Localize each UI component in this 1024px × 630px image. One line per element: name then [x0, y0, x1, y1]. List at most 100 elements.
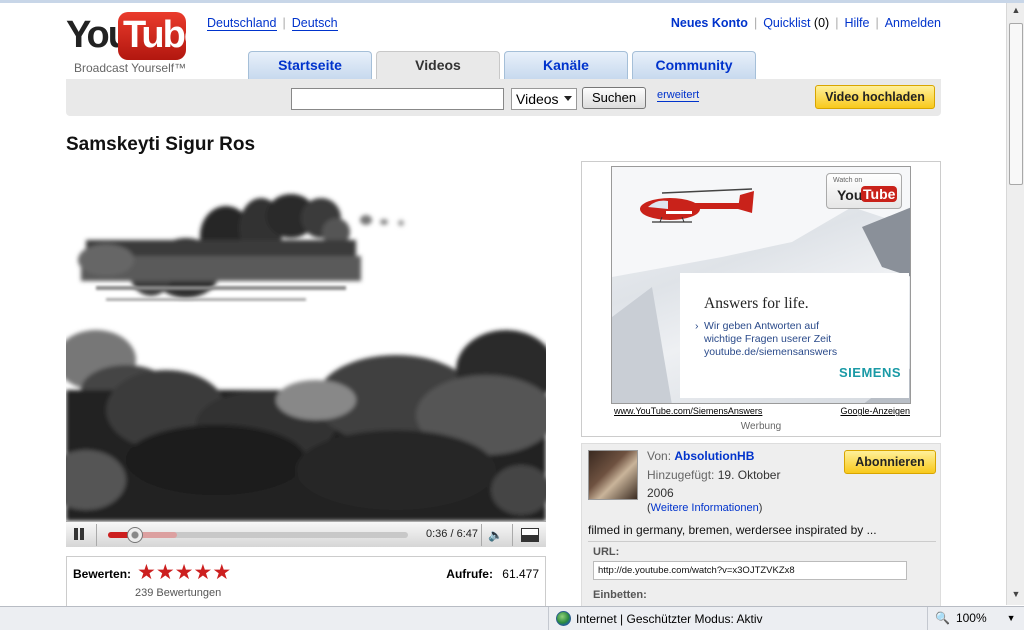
search-category-value: Videos: [516, 91, 559, 107]
separator: |: [875, 16, 879, 30]
tab-community[interactable]: Community: [632, 51, 756, 79]
uploader-line: Von: AbsolutionHB: [647, 449, 754, 463]
ad-label: Werbung: [740, 421, 782, 432]
views-value: 61.477: [502, 567, 539, 581]
ad-url-link[interactable]: www.YouTube.com/SiemensAnswers: [614, 406, 762, 416]
fullscreen-icon[interactable]: [521, 528, 539, 542]
more-info: (Weitere Informationen): [647, 502, 763, 514]
star-icon[interactable]: ★: [193, 562, 212, 583]
rating-count: 239 Bewertungen: [135, 587, 222, 599]
ad-copy: › Wir geben Antworten auf wichtige Frage…: [695, 320, 838, 359]
logo-tagline: Broadcast Yourself™: [74, 61, 187, 75]
views-label: Aufrufe:: [446, 567, 493, 581]
star-icon[interactable]: ★: [156, 562, 175, 583]
separator: |: [835, 16, 839, 30]
divider: [548, 607, 549, 630]
video-frame: [66, 160, 546, 521]
siemens-logo: SIEMENS: [838, 365, 901, 380]
tab-kanaele[interactable]: Kanäle: [504, 51, 628, 79]
new-account-link[interactable]: Neues Konto: [671, 16, 748, 30]
url-label: URL:: [593, 546, 620, 558]
view-count: Aufrufe: 61.477: [446, 567, 539, 581]
browser-status-bar: Internet | Geschützter Modus: Aktiv 🔍 10…: [0, 606, 1024, 630]
divider: [588, 541, 936, 542]
watch-on-youtube-badge[interactable]: Watch on You Tube: [826, 173, 902, 209]
url-field[interactable]: [593, 561, 907, 580]
divider: [512, 524, 513, 546]
from-label: Von:: [647, 449, 672, 463]
chevron-right-icon: ›: [695, 320, 699, 332]
vertical-scrollbar[interactable]: ▲ ▼: [1006, 3, 1024, 605]
avatar[interactable]: [588, 450, 638, 500]
rate-label: Bewerten:: [73, 567, 132, 581]
security-zone-text: Internet | Geschützter Modus: Aktiv: [576, 611, 763, 626]
star-icon[interactable]: ★: [175, 562, 194, 583]
embed-label: Einbetten:: [593, 589, 647, 601]
separator: |: [282, 16, 286, 30]
country-link[interactable]: Deutschland: [207, 16, 277, 31]
time-display: 0:36 / 6:47: [426, 528, 478, 540]
search-bar: Videos Suchen erweitert Video hochladen: [66, 79, 941, 116]
badge-watch-text: Watch on: [833, 177, 863, 184]
tab-videos[interactable]: Videos: [376, 51, 500, 80]
chevron-down-icon: ▼: [1006, 613, 1016, 623]
uploader-name-link[interactable]: AbsolutionHB: [674, 449, 754, 463]
added-line: Hinzugefügt: 19. Oktober 2006: [647, 466, 807, 502]
search-input[interactable]: [291, 88, 504, 110]
language-link[interactable]: Deutsch: [291, 16, 338, 31]
divider: [96, 524, 97, 546]
locale-links: Deutschland | Deutsch: [207, 16, 338, 31]
magnifier-icon: 🔍: [935, 611, 950, 625]
separator: |: [753, 16, 758, 30]
badge-you: You: [837, 187, 863, 203]
progress-bar[interactable]: [108, 527, 408, 543]
added-label: Hinzugefügt:: [647, 468, 715, 482]
security-zone[interactable]: Internet | Geschützter Modus: Aktiv: [556, 611, 763, 626]
ad-headline: Answers for life.: [704, 295, 809, 312]
rating-stars[interactable]: ★ ★ ★ ★ ★: [137, 562, 231, 583]
more-info-link[interactable]: Weitere Informationen: [651, 502, 759, 514]
login-link[interactable]: Anmelden: [885, 16, 941, 30]
scroll-up-icon[interactable]: ▲: [1010, 5, 1022, 19]
ad-line-3: youtube.de/siemensanswers: [704, 346, 838, 358]
divider: [481, 524, 482, 546]
zoom-control[interactable]: 🔍 100% ▼: [935, 611, 1016, 625]
chevron-down-icon: [564, 96, 572, 101]
ad-banner[interactable]: Watch on You Tube Answers for life. › Wi…: [611, 166, 911, 404]
rating-box: Bewerten: ★ ★ ★ ★ ★ 239 Bewertungen Aufrufe:…: [66, 556, 546, 606]
tab-startseite[interactable]: Startseite: [248, 51, 372, 79]
main-tabs: Startseite Videos Kanäle Community: [248, 51, 756, 80]
subscribe-button[interactable]: Abonnieren: [844, 450, 936, 474]
ad-box: Watch on You Tube Answers for life. › Wi…: [581, 161, 941, 437]
star-icon[interactable]: ★: [212, 562, 231, 583]
advanced-search-link[interactable]: erweitert: [657, 89, 700, 102]
progress-scrubber-handle[interactable]: [127, 527, 143, 543]
ad-line-2: wichtige Fragen userer Zeit: [704, 333, 832, 345]
ad-line-1: Wir geben Antworten auf: [704, 320, 819, 332]
upload-video-button[interactable]: Video hochladen: [815, 85, 935, 109]
help-link[interactable]: Hilfe: [844, 16, 869, 30]
user-links: Neues Konto | Quicklist (0) | Hilfe | An…: [671, 16, 941, 30]
star-icon[interactable]: ★: [137, 562, 156, 583]
video-player[interactable]: [66, 160, 546, 521]
window-top-edge: [0, 0, 1024, 3]
player-controls: 0:36 / 6:47 🔈: [66, 521, 546, 547]
divider: [927, 607, 928, 630]
pause-icon[interactable]: [72, 527, 86, 541]
ad-text-panel: Answers for life. › Wir geben Antworten …: [680, 273, 909, 398]
globe-icon: [556, 611, 571, 626]
scrollbar-thumb[interactable]: [1009, 23, 1023, 185]
search-category-select[interactable]: Videos: [511, 88, 577, 110]
quicklist-link[interactable]: Quicklist: [763, 16, 810, 30]
google-ads-link[interactable]: Google-Anzeigen: [840, 406, 910, 416]
volume-icon[interactable]: 🔈: [488, 528, 503, 542]
quicklist: Quicklist (0): [763, 16, 829, 30]
scroll-down-icon[interactable]: ▼: [1010, 589, 1022, 603]
uploader-info-box: Von: AbsolutionHB Hinzugefügt: 19. Oktob…: [581, 443, 941, 613]
zoom-level: 100%: [955, 611, 987, 625]
logo-tube: Tube: [123, 14, 205, 56]
video-title: Samskeyti Sigur Ros: [66, 134, 256, 155]
search-button[interactable]: Suchen: [582, 87, 646, 109]
youtube-logo[interactable]: You Tube Broadcast Yourself™: [66, 10, 205, 76]
video-description: filmed in germany, bremen, werdersee ins…: [588, 523, 877, 537]
